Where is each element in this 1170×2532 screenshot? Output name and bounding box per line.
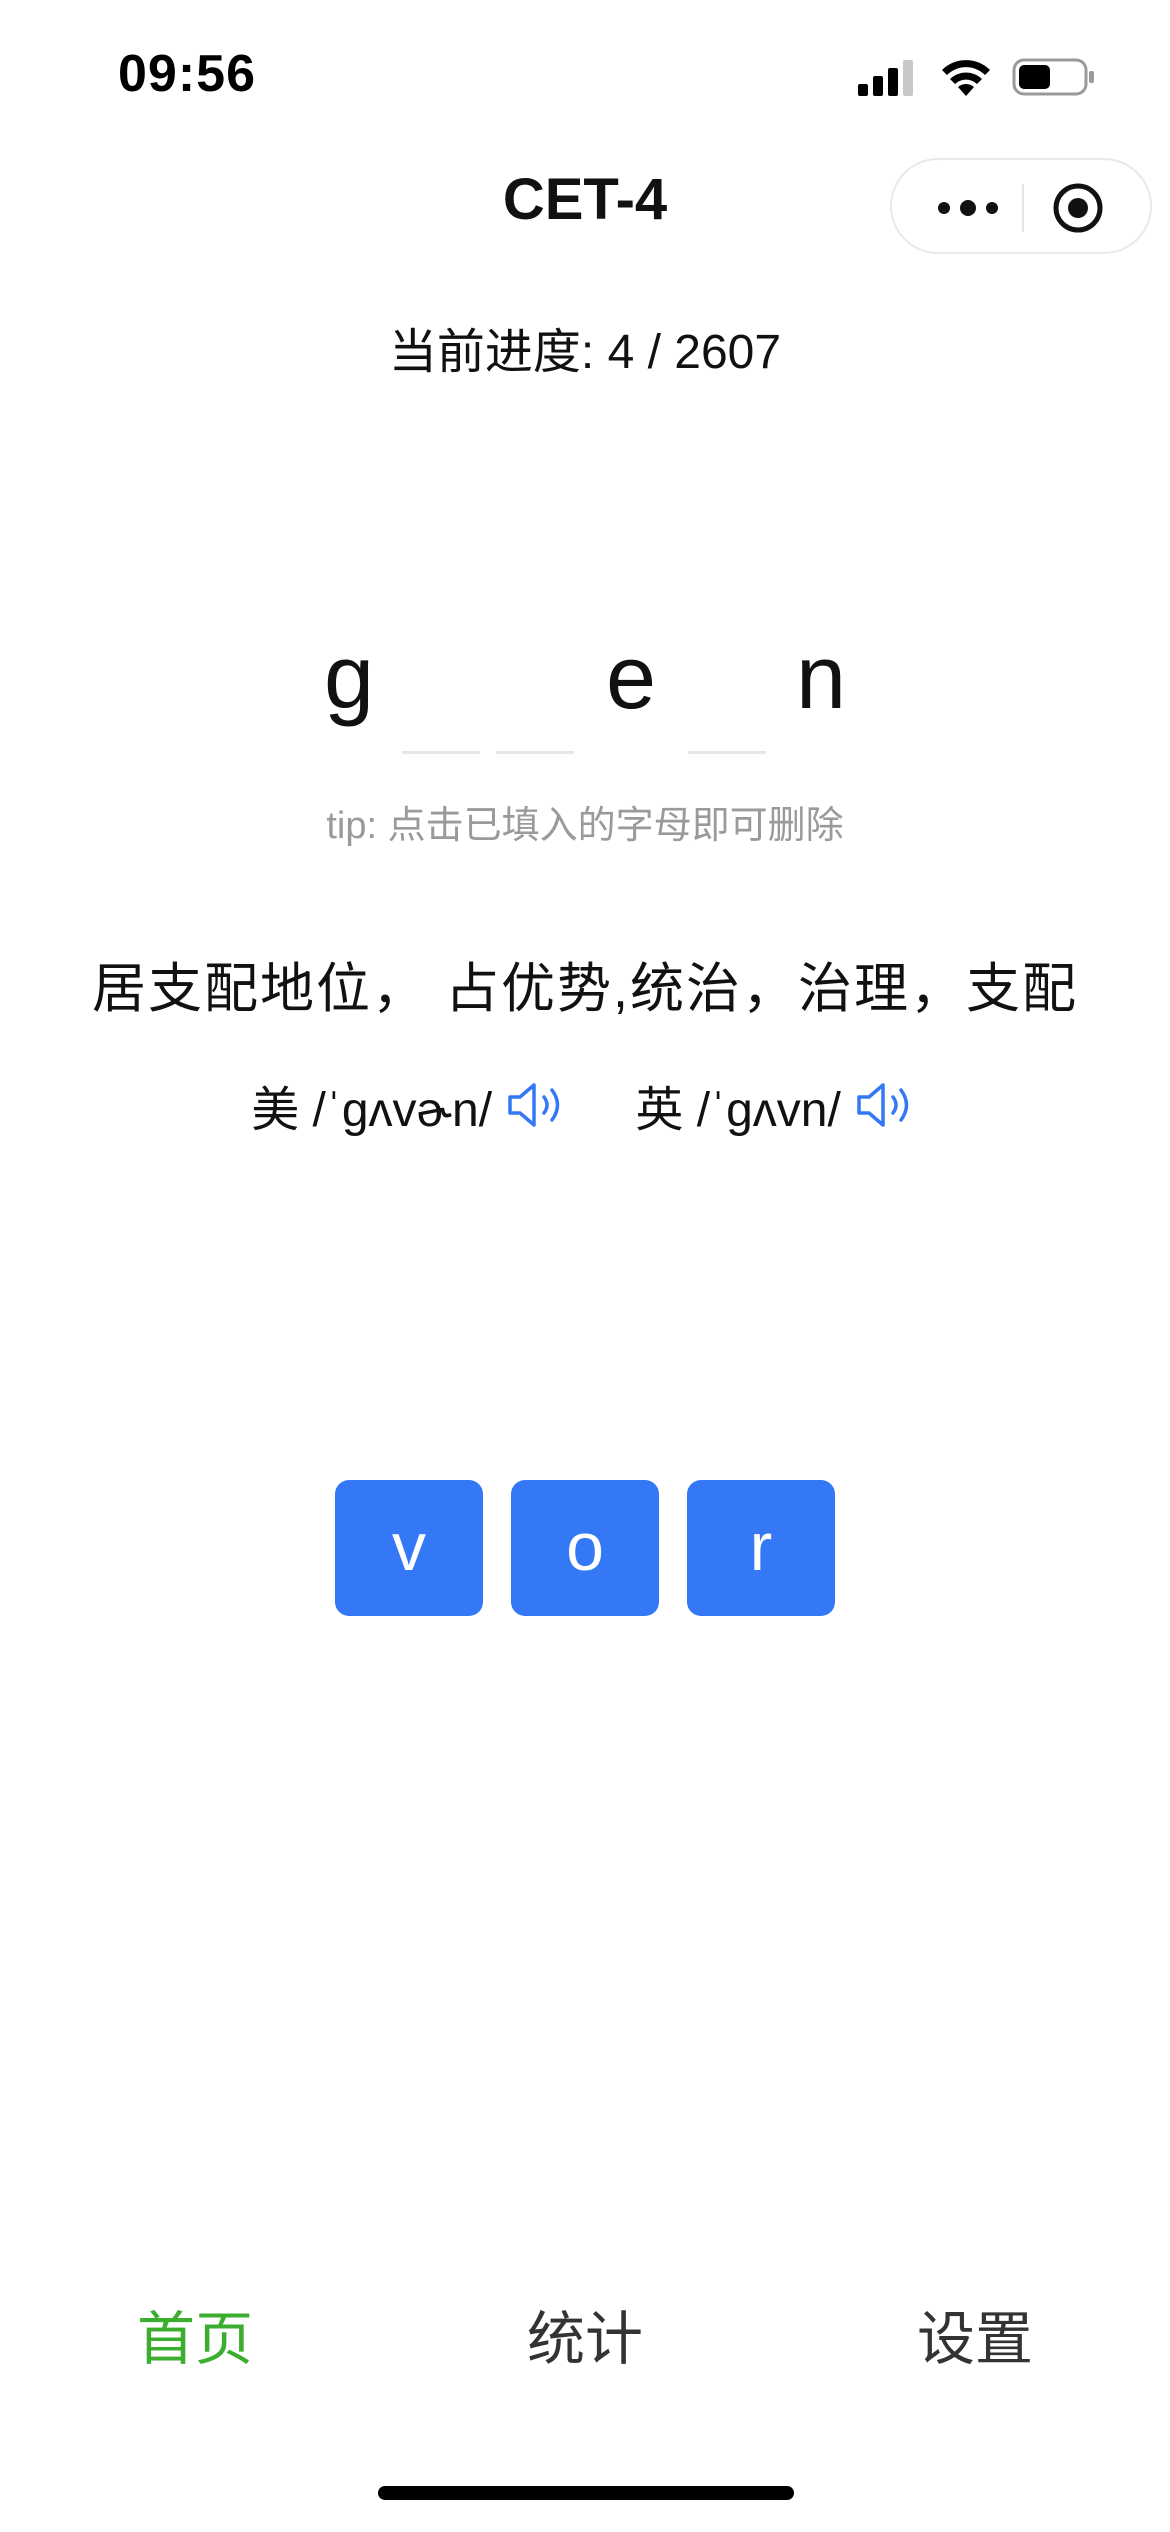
letter-choices: v o r bbox=[0, 1480, 1170, 1618]
word-slots: g e n bbox=[0, 618, 1170, 758]
word-meaning: 居支配地位， 占优势,统治，治理，支配 bbox=[91, 959, 1078, 1019]
tab-home[interactable]: 首页 bbox=[0, 2290, 390, 2390]
close-target-icon[interactable] bbox=[1052, 182, 1104, 234]
phonetic-us-text: 美 /ˈgʌvɚn/ bbox=[251, 1084, 493, 1137]
battery-icon bbox=[1012, 58, 1094, 96]
letter-slot[interactable] bbox=[496, 618, 574, 754]
speaker-us-icon[interactable] bbox=[506, 1080, 570, 1130]
letter-slot[interactable]: g bbox=[310, 618, 388, 754]
phonetic-uk-text: 英 /ˈgʌvn/ bbox=[635, 1084, 841, 1137]
phonetics: 美 /ˈgʌvɚn/ 英 /ˈgʌvn/ bbox=[0, 1070, 1170, 1140]
phonetic-us: 美 /ˈgʌvɚn/ bbox=[251, 1070, 570, 1140]
status-bar: 09:56 bbox=[0, 0, 1170, 150]
letter-slot[interactable] bbox=[402, 618, 480, 754]
letter-slot[interactable]: n bbox=[782, 618, 860, 754]
status-time: 09:56 bbox=[118, 45, 256, 103]
home-indicator bbox=[378, 2486, 794, 2500]
more-icon[interactable] bbox=[930, 186, 1006, 230]
speaker-uk-icon[interactable] bbox=[855, 1080, 919, 1130]
wifi-icon bbox=[942, 60, 990, 96]
progress-text: 当前进度: 4 / 2607 bbox=[388, 326, 782, 379]
letter-button-r[interactable]: r bbox=[687, 1480, 835, 1616]
cellular-signal-icon bbox=[858, 60, 913, 96]
tab-settings[interactable]: 设置 bbox=[780, 2290, 1170, 2390]
tip-text: tip: 点击已填入的字母即可删除 bbox=[326, 805, 844, 847]
letter-slot[interactable]: e bbox=[592, 618, 670, 754]
letter-button-o[interactable]: o bbox=[511, 1480, 659, 1616]
letter-button-v[interactable]: v bbox=[335, 1480, 483, 1616]
letter-slot[interactable] bbox=[688, 618, 766, 754]
mini-program-capsule bbox=[890, 158, 1152, 254]
capsule-divider bbox=[1022, 184, 1024, 232]
phonetic-uk: 英 /ˈgʌvn/ bbox=[635, 1070, 918, 1140]
tab-stats[interactable]: 统计 bbox=[390, 2290, 780, 2390]
tab-bar: 首页 统计 设置 bbox=[0, 2290, 1170, 2410]
